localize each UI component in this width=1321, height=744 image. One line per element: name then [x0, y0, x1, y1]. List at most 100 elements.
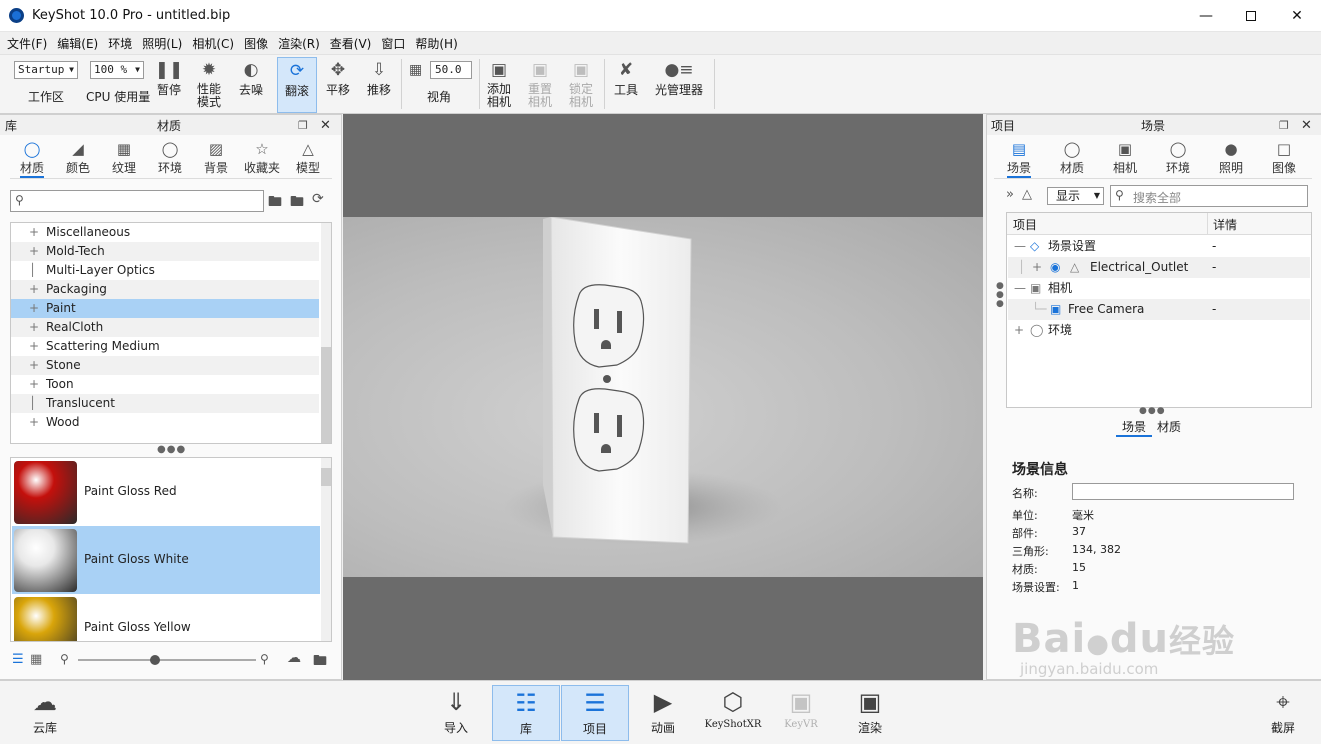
scene-search-input[interactable]: ⚲ 搜索全部	[1110, 185, 1308, 207]
tree-item[interactable]: + Stone	[11, 356, 319, 375]
zoom-in-icon[interactable]: ⚲	[260, 652, 269, 666]
folder-icon[interactable]: 🖿	[313, 650, 327, 674]
cpu-usage-select[interactable]: 100 % ▼	[90, 61, 144, 79]
animation-button[interactable]: ▶ 动画	[630, 685, 696, 741]
zoom-out-icon[interactable]: ⚲	[60, 652, 69, 666]
expand-icon[interactable]: +	[29, 280, 39, 299]
render-image[interactable]	[343, 217, 983, 577]
menu-view[interactable]: 查看(V)	[325, 35, 377, 52]
workspace-select[interactable]: Startup ▼	[14, 61, 78, 79]
tree-item[interactable]: │ Translucent	[11, 394, 319, 413]
library-tab-favorites[interactable]: ☆ 收藏夹	[242, 139, 282, 176]
tree-scrollbar[interactable]	[321, 223, 331, 443]
render-button[interactable]: ▣ 渲染	[837, 685, 903, 741]
pan-button[interactable]: ✥ 平移	[322, 57, 354, 113]
menu-camera[interactable]: 相机(C)	[187, 35, 239, 52]
scene-tree-row[interactable]: — ▣ 相机	[1008, 278, 1310, 299]
expand-icon[interactable]: +	[29, 242, 39, 261]
reset-camera-button[interactable]: ▣ 重置 相机	[523, 57, 557, 113]
close-panel-icon[interactable]: ✕	[1301, 118, 1312, 133]
close-panel-icon[interactable]: ✕	[320, 118, 331, 133]
add-folder-icon[interactable]: 🖿	[268, 191, 282, 215]
library-tab-colors[interactable]: ◢ 颜色	[62, 139, 94, 176]
menu-window[interactable]: 窗口	[376, 35, 410, 52]
splitter-handle[interactable]: ●●●	[1139, 406, 1166, 416]
menu-render[interactable]: 渲染(R)	[273, 35, 325, 52]
expand-icon[interactable]: +	[29, 318, 39, 337]
expand-icon[interactable]: +	[29, 413, 39, 432]
expand-icon[interactable]: +	[1014, 320, 1024, 341]
cloud-library-button[interactable]: ☁ 云库	[12, 685, 78, 741]
thumbnail-size-slider[interactable]	[78, 655, 256, 665]
tree-item[interactable]: + Scattering Medium	[11, 337, 319, 356]
material-item-selected[interactable]: Paint Gloss White	[12, 526, 320, 594]
list-view-icon[interactable]: ☰	[12, 652, 24, 667]
expand-icon[interactable]: +	[1032, 257, 1042, 278]
pause-button[interactable]: ❚❚ 暂停	[153, 57, 185, 113]
menu-environment[interactable]: 环境	[103, 35, 137, 52]
project-tab-materials[interactable]: ◯ 材质	[1057, 139, 1087, 176]
remove-folder-icon[interactable]: 🖿	[290, 191, 304, 215]
material-item[interactable]: Paint Gloss Red	[12, 458, 320, 526]
keyvr-button[interactable]: ▣ KeyVR	[768, 685, 834, 741]
expand-icon[interactable]: +	[29, 375, 39, 394]
expand-icon[interactable]: +	[29, 356, 39, 375]
tree-item[interactable]: │ Multi-Layer Optics	[11, 261, 319, 280]
import-button[interactable]: ⇓ 导入	[423, 685, 489, 741]
project-tab-camera[interactable]: ▣ 相机	[1110, 139, 1140, 176]
thumbnail-scrollbar[interactable]	[321, 458, 331, 641]
expand-all-icon[interactable]: »	[1006, 187, 1014, 202]
menu-edit[interactable]: 编辑(E)	[52, 35, 103, 52]
subtab-materials[interactable]: 材质	[1154, 418, 1184, 435]
tree-item[interactable]: + Wood	[11, 413, 319, 432]
lock-camera-button[interactable]: ▣ 锁定 相机	[564, 57, 598, 113]
display-filter-select[interactable]: 显示 ▼	[1047, 187, 1104, 205]
menu-help[interactable]: 帮助(H)	[410, 35, 462, 52]
collapse-icon[interactable]: —	[1014, 236, 1026, 257]
tree-scrollbar-thumb[interactable]	[321, 347, 331, 443]
refresh-icon[interactable]: ⟳	[312, 191, 324, 207]
tumble-button[interactable]: ⟳ 翻滚	[277, 57, 317, 113]
tree-item[interactable]: + Miscellaneous	[11, 223, 319, 242]
cloud-upload-icon[interactable]: ☁	[287, 650, 301, 666]
scene-name-input[interactable]	[1072, 483, 1294, 500]
expand-icon[interactable]: +	[29, 223, 39, 242]
scene-tree-row[interactable]: └─ ▣ Free Camera -	[1008, 299, 1310, 320]
dolly-button[interactable]: ⇩ 推移	[363, 57, 395, 113]
splitter-handle[interactable]: ●●●	[157, 444, 186, 455]
tree-item-selected[interactable]: + Paint	[11, 299, 319, 318]
visibility-eye-icon[interactable]: ◉	[1050, 257, 1060, 278]
thumbnail-scrollbar-thumb[interactable]	[321, 468, 331, 486]
maximize-button[interactable]	[1228, 0, 1274, 32]
tree-item[interactable]: + RealCloth	[11, 318, 319, 337]
expand-icon[interactable]: +	[29, 299, 39, 318]
scene-tree-row[interactable]: — ◇ 场景设置 -	[1008, 236, 1310, 257]
expand-icon[interactable]: +	[29, 337, 39, 356]
slider-handle[interactable]	[150, 655, 160, 665]
tree-item[interactable]: + Mold-Tech	[11, 242, 319, 261]
close-button[interactable]: ✕	[1274, 0, 1320, 32]
tree-item[interactable]: + Toon	[11, 375, 319, 394]
project-toggle-button[interactable]: ☰ 项目	[561, 685, 629, 741]
library-search-input[interactable]: ⚲	[10, 190, 264, 212]
panel-resize-handle[interactable]: ● ● ●	[996, 282, 1004, 309]
column-header-item[interactable]: 项目	[1013, 216, 1037, 233]
denoise-button[interactable]: ◐ 去噪	[235, 57, 267, 113]
column-header-detail[interactable]: 详情	[1213, 216, 1237, 233]
scene-tree-row[interactable]: + ◯ 环境	[1008, 320, 1310, 341]
subtab-scene[interactable]: 场景	[1116, 418, 1152, 437]
library-tab-textures[interactable]: ▦ 纹理	[108, 139, 140, 176]
menu-lighting[interactable]: 照明(L)	[137, 35, 187, 52]
performance-mode-button[interactable]: ✹ 性能 模式	[191, 57, 227, 113]
undock-icon[interactable]: ❐	[1279, 119, 1289, 132]
library-tab-materials[interactable]: ◯ 材质	[16, 139, 48, 178]
grid-view-icon[interactable]: ▦	[30, 652, 42, 667]
collapse-icon[interactable]: —	[1014, 278, 1026, 299]
material-item[interactable]: Paint Gloss Yellow	[12, 594, 320, 641]
library-tab-models[interactable]: △ 模型	[292, 139, 324, 176]
keyshotxr-button[interactable]: ⬡ KeyShotXR	[699, 685, 767, 741]
library-toggle-button[interactable]: ☷ 库	[492, 685, 560, 741]
minimize-button[interactable]: —	[1183, 0, 1229, 32]
screenshot-button[interactable]: ⌖ 截屏	[1250, 685, 1316, 741]
menu-file[interactable]: 文件(F)	[2, 35, 52, 52]
